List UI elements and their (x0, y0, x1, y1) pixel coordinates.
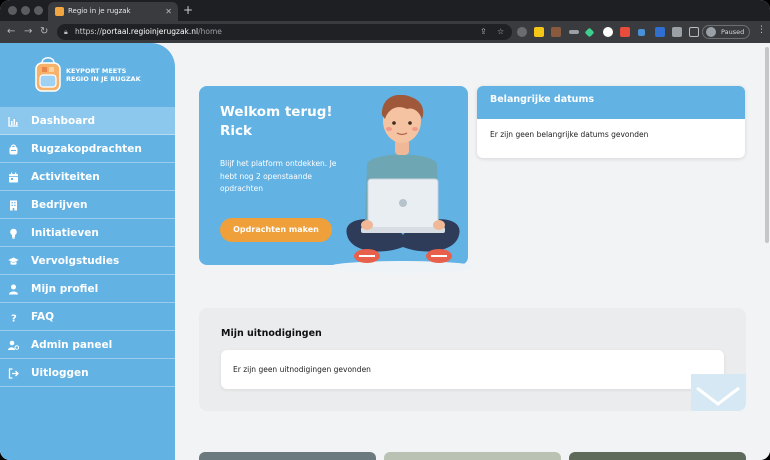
url-path: /home (198, 27, 222, 36)
backpack-logo-icon (35, 57, 61, 92)
new-tab-icon[interactable]: + (183, 2, 193, 19)
sidebar-item-label: Rugzakopdrachten (31, 143, 142, 155)
browser-tab[interactable]: Regio in je rugzak ✕ (48, 2, 178, 21)
user-gear-icon (8, 340, 19, 350)
content-card-preview[interactable] (384, 452, 561, 460)
sidebar-menu: Dashboard Rugzakopdrachten Activiteiten … (0, 107, 175, 387)
sidebar-item-activiteiten[interactable]: Activiteiten (0, 163, 175, 191)
lock-icon: 🔒︎ (64, 28, 68, 36)
sidebar-item-label: Bedrijven (31, 199, 88, 211)
sidebar-item-bedrijven[interactable]: Bedrijven (0, 191, 175, 219)
welcome-title: Welkom terug! (220, 104, 333, 120)
sidebar-item-label: Uitloggen (31, 367, 89, 379)
favicon-icon (55, 7, 64, 16)
sidebar-item-label: Activiteiten (31, 171, 100, 183)
sidebar-item-initiatieven[interactable]: Initiatieven (0, 219, 175, 247)
sidebar-item-faq[interactable]: ? FAQ (0, 303, 175, 331)
graduation-cap-icon (8, 257, 19, 265)
tab-title: Regio in je rugzak (68, 7, 131, 15)
more-menu-icon[interactable]: ⋮ (757, 25, 766, 35)
url-host: portaal.regioinjerugzak.nl (101, 27, 199, 36)
sidebar-item-dashboard[interactable]: Dashboard (0, 107, 175, 135)
close-window-button[interactable] (8, 6, 17, 15)
page-content: KEYPORT MEETS REGIO IN JE RUGZAK Dashboa… (0, 43, 770, 460)
extension-icon[interactable] (569, 30, 579, 34)
extension-icon[interactable] (584, 27, 595, 38)
user-icon (9, 284, 18, 295)
invitations-empty: Er zijn geen uitnodigingen gevonden (221, 350, 724, 389)
profile-status: Paused (721, 28, 745, 36)
url-scheme: https:// (75, 27, 102, 36)
scrollbar-thumb[interactable] (765, 47, 769, 243)
svg-text:?: ? (11, 314, 17, 324)
extension-icon[interactable] (655, 27, 665, 37)
question-icon: ? (11, 314, 17, 324)
minimize-window-button[interactable] (21, 6, 30, 15)
student-laptop-illustration (328, 95, 476, 273)
extension-icon[interactable] (638, 29, 645, 36)
puzzle-icon[interactable] (672, 27, 682, 37)
forward-icon[interactable]: → (24, 25, 32, 39)
sidebar-item-label: Vervolgstudies (31, 255, 120, 267)
extension-icon[interactable] (551, 27, 561, 37)
sidebar-item-admin-paneel[interactable]: Admin paneel (0, 331, 175, 359)
backpack-icon (9, 144, 18, 155)
avatar (706, 27, 716, 37)
sidebar-item-uitloggen[interactable]: Uitloggen (0, 359, 175, 387)
chart-icon (8, 117, 18, 127)
important-dates-title: Belangrijke datums (477, 86, 745, 119)
sidebar: KEYPORT MEETS REGIO IN JE RUGZAK Dashboa… (0, 43, 175, 460)
user-name: Rick (220, 123, 253, 139)
maximize-window-button[interactable] (34, 6, 43, 15)
lightbulb-icon (10, 228, 17, 239)
profile-button[interactable]: Paused (702, 25, 750, 39)
content-card-preview[interactable] (199, 452, 376, 460)
make-assignments-button[interactable]: Opdrachten maken (220, 218, 332, 242)
sidebar-item-label: Initiatieven (31, 227, 99, 239)
extension-icon[interactable] (517, 27, 527, 37)
back-icon[interactable]: ← (7, 25, 15, 39)
sidebar-item-label: Admin paneel (31, 339, 113, 351)
building-icon (10, 200, 17, 211)
invitations-title: Mijn uitnodigingen (221, 328, 322, 339)
sidebar-item-rugzakopdrachten[interactable]: Rugzakopdrachten (0, 135, 175, 163)
sidepanel-icon[interactable] (689, 27, 699, 37)
share-icon[interactable]: ⇪ (480, 24, 487, 40)
browser-window: Regio in je rugzak ✕ + ← → ↻ 🔒︎ https://… (0, 0, 770, 460)
sidebar-item-mijn-profiel[interactable]: Mijn profiel (0, 275, 175, 303)
address-bar[interactable]: 🔒︎ https://portaal.regioinjerugzak.nl/ho… (57, 24, 512, 40)
extension-icon[interactable] (603, 27, 613, 37)
extension-icon[interactable] (534, 27, 544, 37)
important-dates-empty: Er zijn geen belangrijke datums gevonden (490, 130, 649, 139)
browser-tab-strip: Regio in je rugzak ✕ + (0, 0, 770, 21)
logo[interactable]: KEYPORT MEETS REGIO IN JE RUGZAK (32, 55, 142, 93)
content-card-preview[interactable] (569, 452, 746, 460)
logo-line-1: KEYPORT MEETS (66, 67, 127, 75)
envelope-decoration-icon (691, 374, 746, 411)
calendar-icon (9, 172, 18, 183)
page-scrollbar[interactable] (764, 43, 770, 460)
extension-icon[interactable] (620, 27, 630, 37)
invitations-card: Mijn uitnodigingen Er zijn geen uitnodig… (199, 308, 746, 411)
sidebar-item-label: Dashboard (31, 115, 96, 127)
sidebar-item-label: Mijn profiel (31, 283, 99, 295)
sidebar-item-label: FAQ (31, 311, 55, 323)
browser-toolbar: ← → ↻ 🔒︎ https://portaal.regioinjerugzak… (0, 21, 770, 43)
bookmark-star-icon[interactable]: ☆ (497, 24, 504, 40)
tab-close-icon[interactable]: ✕ (165, 2, 172, 21)
sidebar-item-vervolgstudies[interactable]: Vervolgstudies (0, 247, 175, 275)
logo-line-2: REGIO IN JE RUGZAK (66, 75, 141, 83)
reload-icon[interactable]: ↻ (40, 25, 48, 39)
important-dates-card: Belangrijke datums Er zijn geen belangri… (477, 86, 745, 158)
logout-icon (8, 368, 19, 379)
